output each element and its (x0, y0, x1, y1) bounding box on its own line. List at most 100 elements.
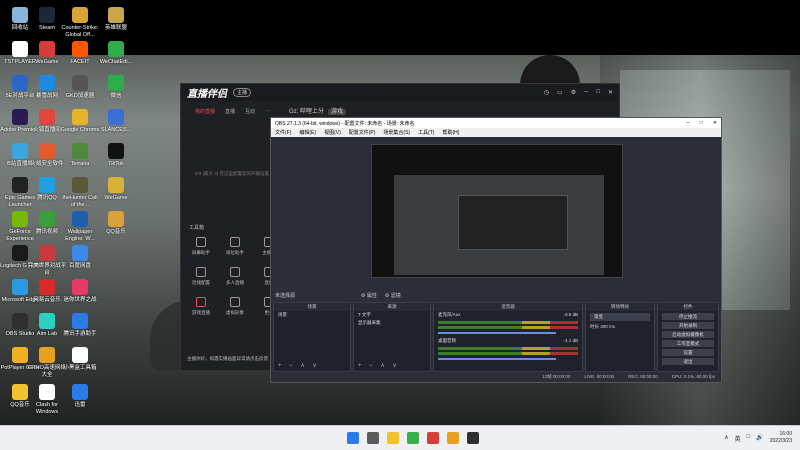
obs-titlebar[interactable]: OBS 27.1.3 (64-bit, windows) - 配置文件: 未命名… (271, 118, 721, 128)
toolbox-item[interactable]: 屏幕助手 (187, 237, 215, 256)
desktop-icon[interactable]: 迷你世界之战 (60, 279, 100, 304)
obs-preview[interactable] (371, 144, 623, 278)
live-companion-window-controls[interactable]: ◷ ▭ ⚙ ─ □ ✕ (544, 89, 613, 96)
obs-menu-item[interactable]: 视图(V) (324, 129, 341, 136)
desktop-icon[interactable]: 英雄联盟 (96, 7, 136, 32)
desktop-icon[interactable]: Google Chrome (60, 109, 100, 134)
live-companion-category[interactable]: Gz: 哔哩上分 游戏 (289, 106, 347, 115)
tray-icon[interactable]: 英 (735, 434, 741, 443)
scenes-footer-buttons[interactable]: + − ∧ ∨ (278, 362, 320, 369)
toolbox-item[interactable]: 游戏直播 (187, 297, 215, 316)
clock[interactable]: 16:00 2022/3/23 (770, 431, 792, 445)
desktop-icon[interactable]: 腾讯手游助手 (60, 313, 100, 338)
desktop-icon[interactable]: GKD加速器 (60, 75, 100, 100)
desktop-icon[interactable]: WeChatEdi... (96, 41, 136, 66)
toolbox-item[interactable]: 排位助手 (221, 237, 249, 256)
desktop-icon[interactable]: Terraria (60, 143, 100, 168)
obs-menu-item[interactable]: 文件(F) (275, 129, 291, 136)
obs-taskbar-icon[interactable] (467, 432, 479, 444)
window-control-icon[interactable]: ─ (584, 89, 588, 96)
scenes-dock[interactable]: 场景 场景 + − ∧ ∨ (273, 302, 351, 372)
live-companion-tab[interactable]: 互动 (245, 108, 255, 115)
live-companion-tabs[interactable]: 我的直播 直播 互动 ··· (195, 108, 270, 115)
tencent-taskbar-icon[interactable] (447, 432, 459, 444)
perfect-world-icon (39, 245, 55, 261)
mixer-dock[interactable]: 混音器 麦克风/Aux -3.5 dB 桌面音频 -1.1 dB (433, 302, 583, 372)
desktop-icon[interactable]: 小黑盒工具箱 (60, 347, 100, 372)
window-control-icon[interactable]: ⚙ (571, 89, 576, 96)
desktop-icon[interactable]: QQ音乐 (96, 211, 136, 236)
obs-menubar[interactable]: 文件(F) 编辑(E) 视图(V) 配置文件(P) 场景集合(S) 工具(T) 帮助(H) (271, 128, 721, 137)
desktop-icon[interactable]: Wallpaper Engine: W... (60, 211, 100, 242)
wegame-taskbar-icon[interactable] (427, 432, 439, 444)
tray-icon[interactable]: □ (747, 434, 751, 443)
minimize-icon[interactable]: ─ (686, 120, 690, 126)
mixer-channel[interactable]: 桌面音频 -1.1 dB (434, 337, 582, 360)
file-explorer-icon[interactable] (387, 432, 399, 444)
window-control-icon[interactable]: ◷ (544, 89, 549, 96)
geforce-icon (12, 211, 28, 227)
controls-dock[interactable]: 控件 停止推流 开始录制 启动虚拟摄像机 工作室模式 设置 退出 (657, 302, 719, 372)
transition-header: 转场特效 (586, 303, 654, 311)
desktop-icon[interactable]: TikTok (96, 143, 136, 168)
control-button[interactable]: 工作室模式 (662, 340, 714, 347)
control-button[interactable]: 退出 (662, 358, 714, 365)
live-companion-tab[interactable]: 我的直播 (195, 108, 215, 115)
volume-slider[interactable] (438, 358, 557, 360)
5e-icon (12, 75, 28, 91)
obs-menu-item[interactable]: 工具(T) (418, 129, 434, 136)
desktop-icon[interactable]: WeGame (96, 177, 136, 202)
source-item[interactable]: T 文字 (354, 311, 430, 319)
live-companion-tab[interactable]: 直播 (225, 108, 235, 115)
window-control-icon[interactable]: ✕ (608, 89, 613, 96)
sources-dock[interactable]: 来源 T 文字 显示器采集 + − ∧ ∨ (353, 302, 431, 372)
obs-menu-item[interactable]: 配置文件(P) (349, 129, 376, 136)
desktop-icon[interactable]: 迅雷 (60, 384, 100, 409)
windows-start-icon[interactable] (347, 432, 359, 444)
transition-dock[interactable]: 转场特效 渐变 时长 300 ms (585, 302, 655, 372)
control-button[interactable]: 停止推流 (662, 313, 714, 320)
tray-icon[interactable]: ∧ (724, 434, 728, 443)
close-icon[interactable]: ✕ (713, 120, 717, 126)
live-companion-titlebar[interactable]: 直播伴侣 主播 ◷ ▭ ⚙ ─ □ ✕ (181, 84, 619, 101)
mixer-channel[interactable]: 麦克风/Aux -3.5 dB (434, 311, 582, 334)
scene-item[interactable]: 场景 (274, 311, 350, 319)
toolbox-item[interactable]: 连线配置 (187, 267, 215, 286)
chrome-icon[interactable] (407, 432, 419, 444)
filters-button[interactable]: ⚙ 滤镜 (385, 293, 401, 299)
sources-footer-buttons[interactable]: + − ∧ ∨ (358, 362, 400, 369)
live-companion-badge[interactable]: 主播 (233, 88, 252, 97)
obs-menu-item[interactable]: 编辑(E) (299, 129, 316, 136)
system-tray[interactable]: ∧ 英 □ 🔊 16:00 2022/3/23 (724, 431, 792, 445)
slances-icon (108, 109, 124, 125)
window-control-icon[interactable]: □ (596, 89, 600, 96)
tray-icons[interactable]: ∧ 英 □ 🔊 (724, 434, 764, 443)
obs-filter-buttons[interactable]: ⚙ 属性 ⚙ 滤镜 (361, 292, 409, 299)
source-item[interactable]: 显示器采集 (354, 319, 430, 327)
control-button[interactable]: 设置 (662, 349, 714, 356)
properties-button[interactable]: ⚙ 属性 (361, 293, 377, 299)
desktop-icon[interactable]: 百度网盘 (60, 245, 100, 270)
volume-slider[interactable] (438, 332, 557, 334)
obs-menu-item[interactable]: 帮助(H) (442, 129, 459, 136)
window-control-icon[interactable]: ▭ (557, 89, 563, 96)
obs-menu-item[interactable]: 场景集合(S) (383, 129, 410, 136)
control-button[interactable]: 启动虚拟摄像机 (662, 331, 714, 338)
transition-select[interactable]: 渐变 (590, 313, 650, 321)
desktop-icon[interactable]: theHunter Call of the... (60, 177, 100, 208)
toolbox-item[interactable]: 多人直播 (221, 267, 249, 286)
desktop-icon[interactable]: FACEIT (60, 41, 100, 66)
live-companion-tab[interactable]: ··· (265, 108, 270, 115)
desktop-icon[interactable]: SLANCES... (96, 109, 136, 134)
obs-window[interactable]: OBS 27.1.3 (64-bit, windows) - 配置文件: 未命名… (270, 117, 722, 383)
desktop-icon[interactable]: 微信 (96, 75, 136, 100)
search-icon[interactable] (367, 432, 379, 444)
toolbox-item[interactable]: 虚拟形象 (221, 297, 249, 316)
category-tag[interactable]: 游戏 (328, 109, 347, 115)
tray-icon[interactable]: 🔊 (756, 434, 763, 443)
control-button[interactable]: 开始录制 (662, 322, 714, 329)
maximize-icon[interactable]: □ (700, 120, 703, 126)
transition-duration[interactable]: 时长 300 ms (586, 323, 654, 331)
duration-value[interactable]: 300 ms (600, 324, 615, 329)
desktop-icon[interactable]: Counter-Strike: Global Off... (60, 7, 100, 38)
